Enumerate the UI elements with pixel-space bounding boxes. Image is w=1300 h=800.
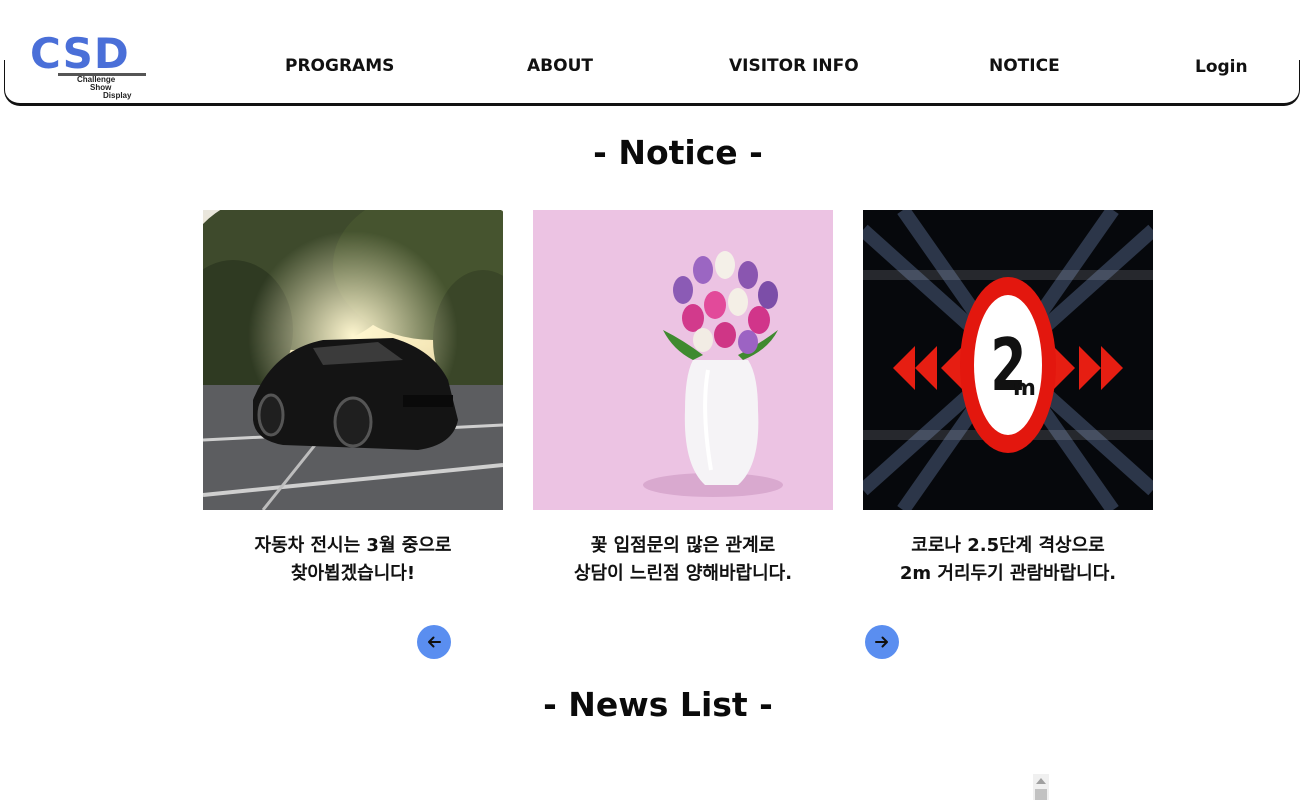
nav-about[interactable]: ABOUT <box>527 56 593 78</box>
news-list-title: - News List - <box>543 685 773 724</box>
arrow-left-icon <box>428 636 441 648</box>
notice-card-text: 코로나 2.5단계 격상으로 2m 거리두기 관람바랍니다. <box>863 532 1153 588</box>
tulip-vase-photo[interactable] <box>533 210 833 510</box>
notice-card-text: 꽃 입점문의 많은 관계로 상담이 느린점 양해바랍니다. <box>533 532 833 588</box>
nav-visitor-info[interactable]: VISITOR INFO <box>729 56 859 78</box>
nav-notice[interactable]: NOTICE <box>989 56 1060 78</box>
notice-card-line: 상담이 느린점 양해바랍니다. <box>573 563 793 584</box>
login-link[interactable]: Login <box>1195 57 1248 79</box>
scrollbar-thumb[interactable] <box>1035 789 1047 800</box>
2m-distance-sign[interactable]: 2 m <box>863 210 1153 510</box>
logo[interactable]: CSD Challenge Show Display <box>30 30 150 100</box>
notice-card-text: 자동차 전시는 3월 중으로 찾아뵙겠습니다! <box>203 532 503 588</box>
notice-title: - Notice - <box>593 133 763 172</box>
notice-card-line: 2m 거리두기 관람바랍니다. <box>899 563 1117 584</box>
carousel-prev-button[interactable] <box>417 625 451 659</box>
notice-card[interactable]: 2 m 코로나 2.5단계 격상으로 2m 거리두기 관람바랍니다. <box>863 210 1153 588</box>
notice-card-line: 꽃 입점문의 많은 관계로 <box>590 535 776 556</box>
logo-text: CSD <box>30 29 130 78</box>
logo-line-display: Display <box>103 91 132 100</box>
notice-card[interactable]: 자동차 전시는 3월 중으로 찾아뵙겠습니다! <box>203 210 503 588</box>
notice-card-line: 자동차 전시는 3월 중으로 <box>254 535 452 556</box>
carousel-next-button[interactable] <box>865 625 899 659</box>
svg-text:m: m <box>1013 376 1036 401</box>
arrow-right-icon <box>875 636 888 648</box>
header: CSD Challenge Show Display PROGRAMS ABOU… <box>0 0 1300 106</box>
news-list-scrollbar[interactable] <box>1033 774 1049 800</box>
notice-card-line: 찾아뵙겠습니다! <box>290 563 416 584</box>
scroll-up-icon[interactable] <box>1036 778 1046 784</box>
car-photo[interactable] <box>203 210 503 510</box>
notice-card-line: 코로나 2.5단계 격상으로 <box>911 535 1105 556</box>
header-border <box>4 60 1300 106</box>
notice-card[interactable]: 꽃 입점문의 많은 관계로 상담이 느린점 양해바랍니다. <box>533 210 833 588</box>
nav-programs[interactable]: PROGRAMS <box>285 56 394 78</box>
